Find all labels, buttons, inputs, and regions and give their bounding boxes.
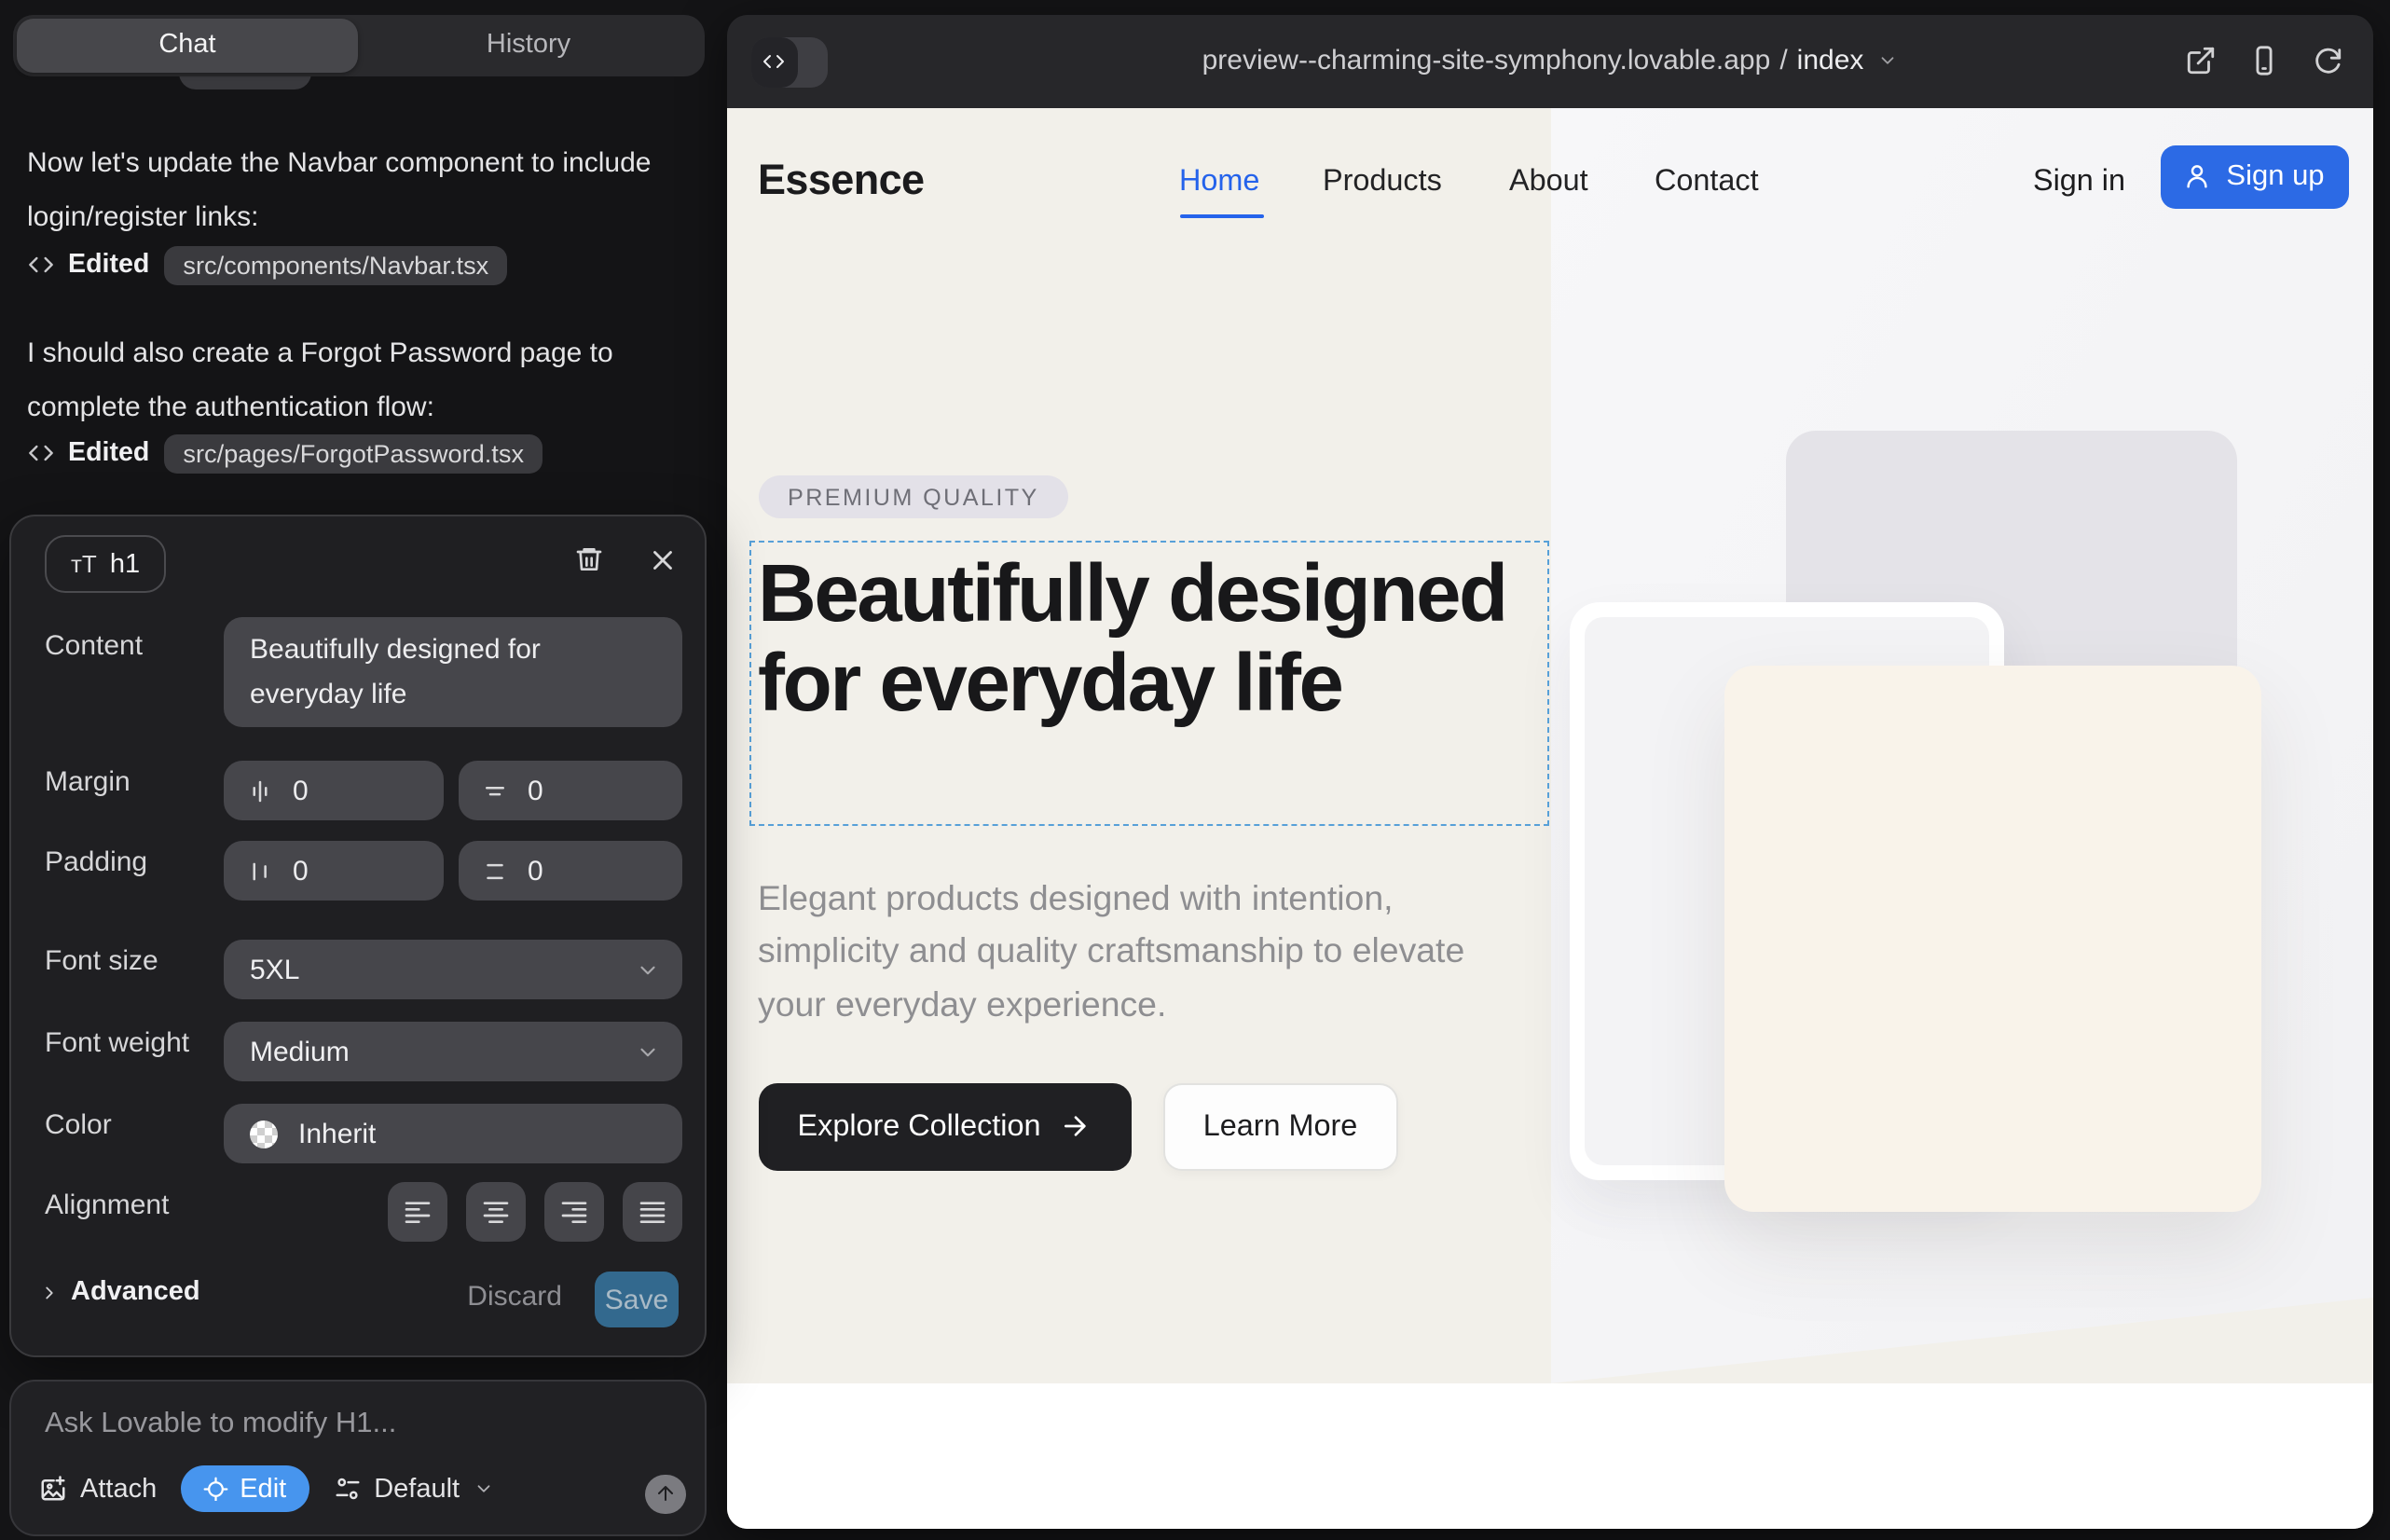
align-right-icon (559, 1197, 589, 1227)
font-weight-select[interactable]: Medium (224, 1022, 682, 1081)
discard-button[interactable]: Discard (467, 1281, 562, 1313)
edited-file-row: Edited src/components/Navbar.tsx (27, 244, 507, 285)
send-button[interactable] (645, 1474, 685, 1514)
browser-actions (2185, 44, 2343, 76)
chevron-down-icon (1876, 50, 1897, 71)
margin-x-input[interactable]: 0 (224, 761, 444, 820)
close-panel-button[interactable] (646, 544, 678, 576)
align-left-icon (403, 1197, 433, 1227)
selected-element-pill[interactable]: тT h1 (45, 535, 166, 593)
url-bar[interactable]: preview--charming-site-symphony.lovable.… (726, 14, 2373, 107)
color-select[interactable]: Inherit (224, 1104, 682, 1163)
preview-window: preview--charming-site-symphony.lovable.… (726, 14, 2373, 1529)
padding-y-input[interactable]: 0 (459, 841, 682, 901)
nav-link-home[interactable]: Home (1179, 163, 1259, 199)
element-editor-panel: тT h1 Content Beautifully designed for e… (9, 515, 706, 1356)
font-size-label: Font size (45, 945, 158, 977)
sign-up-button[interactable]: Sign up (2160, 144, 2348, 208)
browser-toolbar: preview--charming-site-symphony.lovable.… (726, 14, 2373, 107)
sliders-icon (333, 1475, 361, 1503)
margin-horizontal-icon (246, 777, 274, 804)
padding-vertical-icon (481, 857, 509, 885)
site-canvas: Essence Home Products About Contact Sign… (726, 107, 2373, 1529)
explore-collection-button[interactable]: Explore Collection (758, 1082, 1131, 1171)
edited-label: Edited (68, 250, 149, 280)
composer-toolbar: Attach Edit Default (39, 1465, 493, 1512)
attach-button[interactable]: Attach (39, 1474, 157, 1504)
edit-mode-button[interactable]: Edit (181, 1465, 309, 1512)
nav-link-about[interactable]: About (1509, 163, 1588, 199)
mobile-view-icon[interactable] (2248, 44, 2280, 76)
tab-history[interactable]: History (358, 19, 699, 72)
user-icon (2183, 162, 2211, 190)
tab-chat[interactable]: Chat (17, 19, 358, 72)
edited-label: Edited (68, 438, 149, 468)
chevron-down-icon (636, 1039, 660, 1064)
nav-link-contact[interactable]: Contact (1655, 163, 1759, 199)
file-chip[interactable]: src/pages/ForgotPassword.tsx (164, 433, 543, 473)
chat-message: I should also create a Forgot Password p… (27, 328, 683, 434)
next-section-background (726, 1383, 2373, 1529)
content-label: Content (45, 630, 143, 662)
preview-url: preview--charming-site-symphony.lovable.… (1202, 45, 1771, 76)
sign-in-link[interactable]: Sign in (2033, 163, 2125, 199)
align-right-button[interactable] (544, 1182, 604, 1241)
align-justify-icon (638, 1197, 667, 1227)
premium-quality-badge: PREMIUM QUALITY (758, 475, 1069, 518)
chevron-down-icon (473, 1478, 493, 1499)
chat-history-tabs: Chat History (12, 14, 704, 76)
chat-composer: Attach Edit Default (9, 1380, 706, 1536)
align-justify-button[interactable] (623, 1182, 682, 1241)
padding-label: Padding (45, 846, 147, 878)
margin-y-input[interactable]: 0 (459, 761, 682, 820)
file-chip[interactable]: src/components/Navbar.tsx (164, 245, 507, 284)
chevron-down-icon (636, 957, 660, 982)
crosshair-icon (203, 1477, 228, 1502)
hero-diagonal-divider (1550, 1298, 2373, 1383)
hero-paragraph: Elegant products designed with intention… (758, 872, 1496, 1032)
code-icon (27, 252, 53, 278)
save-button[interactable]: Save (595, 1272, 679, 1327)
open-external-icon[interactable] (2185, 44, 2217, 76)
color-label: Color (45, 1109, 112, 1141)
type-icon: тT (71, 550, 97, 578)
align-center-icon (481, 1197, 511, 1227)
preview-path: index (1797, 45, 1864, 76)
hero-decor-cream-card (1724, 666, 2260, 1212)
delete-element-button[interactable] (573, 544, 603, 574)
color-swatch (250, 1120, 278, 1148)
padding-horizontal-icon (246, 857, 274, 885)
arrow-right-icon (1061, 1112, 1091, 1142)
app-root: Chat History Now let's update the Navbar… (0, 0, 2390, 1540)
element-tag: h1 (110, 549, 140, 579)
learn-more-button[interactable]: Learn More (1162, 1082, 1398, 1171)
align-center-button[interactable] (466, 1182, 526, 1241)
font-size-select[interactable]: 5XL (224, 940, 682, 999)
content-input[interactable]: Beautifully designed for everyday life (224, 617, 682, 727)
refresh-icon[interactable] (2312, 44, 2343, 76)
padding-x-input[interactable]: 0 (224, 841, 444, 901)
alignment-label: Alignment (45, 1189, 169, 1221)
site-logo[interactable]: Essence (758, 156, 924, 204)
arrow-up-icon (654, 1483, 677, 1506)
chat-message: Now let's update the Navbar component to… (27, 138, 683, 244)
advanced-toggle[interactable]: Advanced (39, 1277, 200, 1307)
align-left-button[interactable] (388, 1182, 447, 1241)
margin-vertical-icon (481, 777, 509, 804)
chevron-right-icon (39, 1282, 60, 1302)
margin-label: Margin (45, 766, 130, 798)
font-weight-label: Font weight (45, 1027, 189, 1059)
code-icon (27, 440, 53, 466)
hero-heading[interactable]: Beautifully designed for everyday life (758, 549, 1545, 730)
composer-input[interactable] (45, 1408, 660, 1441)
url-separator: / (1779, 45, 1787, 76)
nav-link-products[interactable]: Products (1323, 163, 1442, 199)
active-nav-underline (1179, 213, 1263, 218)
mode-select[interactable]: Default (333, 1474, 493, 1504)
edited-file-row: Edited src/pages/ForgotPassword.tsx (27, 433, 543, 474)
hero-section: Essence Home Products About Contact Sign… (726, 107, 2373, 1383)
image-plus-icon (39, 1475, 67, 1503)
